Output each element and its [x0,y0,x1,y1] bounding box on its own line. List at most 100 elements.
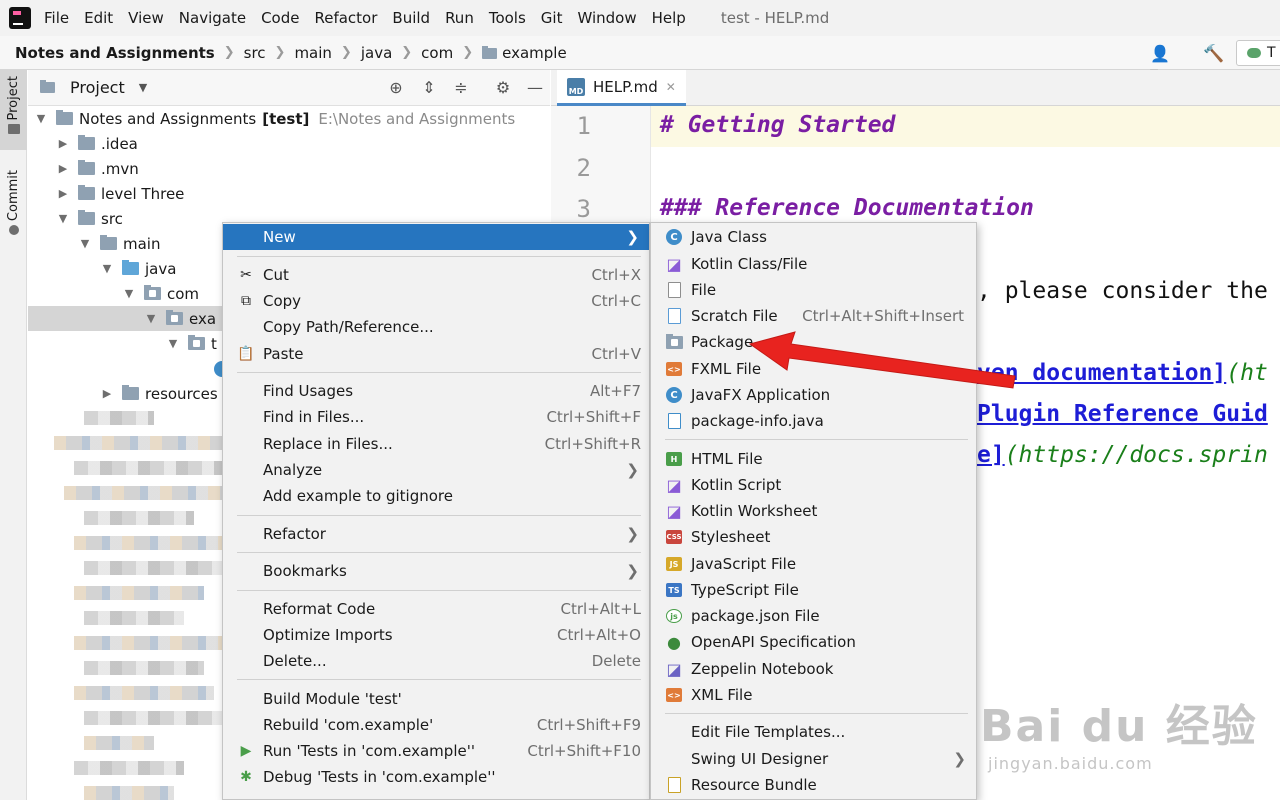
expand-all-icon[interactable]: ⇕ [419,78,439,98]
menu-item-analyze[interactable]: Analyze ❯ [223,457,649,483]
tree-node-idea[interactable]: ▶ .idea [56,131,138,156]
run-configuration-selector[interactable]: T [1236,40,1280,66]
menu-item-find-in-files[interactable]: Find in Files... Ctrl+Shift+F [223,404,649,430]
collapse-all-icon[interactable]: ≑ [451,78,471,98]
tree-node-java[interactable]: ▼ java [100,256,177,281]
chevron-right-icon[interactable]: ▶ [56,162,70,175]
chevron-down-icon[interactable]: ▼ [122,287,136,300]
menu-help[interactable]: Help [652,9,686,27]
breadcrumb-com[interactable]: com [421,44,453,62]
menu-item-delete[interactable]: Delete... Delete [223,648,649,674]
submenu-item-swing-designer[interactable]: Swing UI Designer ❯ [651,746,976,772]
project-panel-title[interactable]: Project [70,78,125,97]
submenu-item-kotlin-worksheet[interactable]: ◪ Kotlin Worksheet [651,498,976,524]
menu-item-find-usages[interactable]: Find Usages Alt+F7 [223,378,649,404]
menu-item-reformat-code[interactable]: Reformat Code Ctrl+Alt+L [223,596,649,622]
submenu-item-xml-file[interactable]: <> XML File [651,682,976,708]
tab-help-md[interactable]: MD HELP.md ✕ [557,70,686,106]
chevron-down-icon[interactable]: ▼ [34,112,48,125]
submenu-item-java-class[interactable]: C Java Class [651,224,976,250]
chevron-right-icon[interactable]: ▶ [56,187,70,200]
user-account-icon[interactable]: 👤▾ [1150,44,1170,82]
menu-item-bookmarks[interactable]: Bookmarks ❯ [223,558,649,584]
breadcrumb-main[interactable]: main [294,44,331,62]
minimize-icon[interactable]: — [525,78,545,98]
menu-file[interactable]: File [44,9,69,27]
tool-window-project-tab[interactable]: Project [0,70,27,150]
menu-window[interactable]: Window [577,9,636,27]
tree-node-src[interactable]: ▼ src [56,206,123,231]
submenu-item-package-json[interactable]: js package.json File [651,603,976,629]
locate-target-icon[interactable]: ⊕ [386,78,406,98]
code-line-8: Plugin Reference Guid [977,401,1268,427]
menu-item-rebuild[interactable]: Rebuild 'com.example' Ctrl+Shift+F9 [223,712,649,738]
menu-item-run-tests[interactable]: ▶ Run 'Tests in 'com.example'' Ctrl+Shif… [223,738,649,764]
submenu-item-edit-templates[interactable]: Edit File Templates... [651,719,976,745]
menu-item-copy-path[interactable]: Copy Path/Reference... [223,314,649,340]
code-line-9: e](https://docs.sprin [977,442,1268,468]
chevron-right-icon[interactable]: ▶ [56,137,70,150]
tree-node-test-package[interactable]: ▼ t [166,331,217,356]
close-icon[interactable]: ✕ [666,80,676,94]
menu-item-paste[interactable]: 📋 Paste Ctrl+V [223,341,649,367]
menu-item-new[interactable]: New ❯ [223,224,649,250]
menu-item-optimize-imports[interactable]: Optimize Imports Ctrl+Alt+O [223,622,649,648]
menu-code[interactable]: Code [261,9,299,27]
submenu-item-resource-bundle[interactable]: Resource Bundle [651,772,976,798]
submenu-item-javafx-app[interactable]: C JavaFX Application [651,382,976,408]
shortcut: Ctrl+Shift+F [546,408,641,426]
menu-edit[interactable]: Edit [84,9,113,27]
chevron-down-icon[interactable]: ▼ [166,337,180,350]
redacted-row [84,736,154,750]
submenu-item-kotlin-class[interactable]: ◪ Kotlin Class/File [651,251,976,277]
tree-node-mvn[interactable]: ▶ .mvn [56,156,139,181]
submenu-item-scratch-file[interactable]: Scratch File Ctrl+Alt+Shift+Insert [651,303,976,329]
tree-node-example[interactable]: ▼ exa [28,306,222,331]
tree-node-resources[interactable]: ▶ resources [100,381,218,406]
submenu-item-package-info[interactable]: package-info.java [651,408,976,434]
tree-node-main[interactable]: ▼ main [78,231,161,256]
breadcrumb-example[interactable]: example [482,44,567,62]
submenu-item-package[interactable]: Package [651,329,976,355]
chevron-down-icon[interactable]: ▼ [144,312,158,325]
chevron-right-icon[interactable]: ▶ [100,387,114,400]
submenu-item-fxml-file[interactable]: <> FXML File [651,356,976,382]
hammer-build-icon[interactable]: 🔨 [1203,44,1224,64]
menu-item-add-gitignore[interactable]: Add example to gitignore [223,483,649,509]
submenu-item-openapi[interactable]: ● OpenAPI Specification [651,629,976,655]
breadcrumb-project[interactable]: Notes and Assignments [15,44,215,62]
submenu-item-stylesheet[interactable]: CSS Stylesheet [651,524,976,550]
chevron-down-icon[interactable]: ▼ [78,237,92,250]
submenu-item-kotlin-script[interactable]: ◪ Kotlin Script [651,472,976,498]
menu-git[interactable]: Git [541,9,563,27]
menu-item-build-module[interactable]: Build Module 'test' [223,686,649,712]
menu-navigate[interactable]: Navigate [179,9,246,27]
menu-item-refactor[interactable]: Refactor ❯ [223,521,649,547]
menu-item-cut[interactable]: ✂ Cut Ctrl+X [223,262,649,288]
menu-item-copy[interactable]: ⧉ Copy Ctrl+C [223,288,649,314]
submenu-item-javascript[interactable]: JS JavaScript File [651,551,976,577]
menu-view[interactable]: View [128,9,164,27]
submenu-item-html-file[interactable]: H HTML File [651,446,976,472]
menu-item-debug-tests[interactable]: ✱ Debug 'Tests in 'com.example'' [223,764,649,790]
tree-node-root[interactable]: ▼ Notes and Assignments [test] E:\Notes … [34,106,515,131]
chevron-down-icon[interactable]: ▼ [56,212,70,225]
chevron-down-icon[interactable]: ▼ [100,262,114,275]
tool-window-commit-tab[interactable]: Commit [0,166,27,246]
menu-item-replace-in-files[interactable]: Replace in Files... Ctrl+Shift+R [223,431,649,457]
menu-build[interactable]: Build [392,9,430,27]
submenu-item-zeppelin[interactable]: ◪ Zeppelin Notebook [651,656,976,682]
tree-node-com[interactable]: ▼ com [122,281,199,306]
chevron-down-icon[interactable]: ▼ [139,81,147,94]
submenu-item-file[interactable]: File [651,277,976,303]
package-folder-icon [482,45,498,59]
menu-item-copy-label: Copy [263,292,302,310]
menu-run[interactable]: Run [445,9,474,27]
breadcrumb-src[interactable]: src [244,44,266,62]
tree-node-level-three[interactable]: ▶ level Three [56,181,185,206]
breadcrumb-java[interactable]: java [361,44,392,62]
menu-refactor[interactable]: Refactor [314,9,377,27]
menu-tools[interactable]: Tools [489,9,526,27]
submenu-item-typescript[interactable]: TS TypeScript File [651,577,976,603]
gear-icon[interactable]: ⚙ [493,78,513,98]
